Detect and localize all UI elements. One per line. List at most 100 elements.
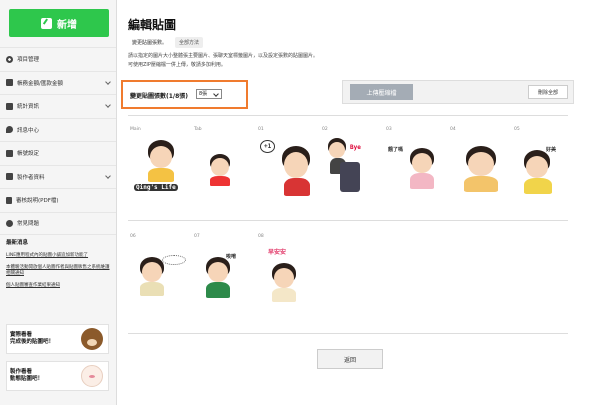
brown-bear-icon xyxy=(81,328,103,350)
sticker-count-label: 變更貼圖張數(1/8張) xyxy=(130,93,189,100)
promo-line: 動態貼圖吧！ xyxy=(10,376,44,382)
sidebar-item-review-pdf[interactable]: 審核說明(PDF檔) xyxy=(0,188,116,212)
cony-bunny-icon xyxy=(81,365,103,387)
sticker-slot-label: Main xyxy=(130,127,141,132)
sticker-image: 唉唷 xyxy=(196,243,254,305)
news-title: 最新消息 xyxy=(6,240,29,246)
gear-icon xyxy=(6,55,13,63)
promo-text: 製作看看 動態貼圖吧！ xyxy=(10,369,43,383)
sticker-slot-06[interactable]: 06 xyxy=(130,234,192,312)
description-line: 請以指定的圖片大小整體張主要圖片、張聊天室標籤圖片，以及設定張數的貼圖圖片。 xyxy=(128,53,319,59)
sticker-slot-03[interactable]: 03 餓了嗎 xyxy=(386,127,448,205)
sticker-image: Qing's Life xyxy=(132,136,190,198)
sidebar-item-messages[interactable]: 訊息中心 xyxy=(0,117,116,142)
sidebar-item-account[interactable]: 帳號設定 xyxy=(0,141,116,165)
sticker-image xyxy=(196,136,254,198)
sticker-slot-label: 06 xyxy=(130,234,136,239)
sticker-caption: 餓了嗎 xyxy=(388,147,404,153)
sticker-caption: Bye xyxy=(350,144,361,151)
sticker-image: +1 xyxy=(260,136,318,198)
promo-animated-stickers[interactable]: 製作看看 動態貼圖吧！ xyxy=(6,361,109,391)
question-icon xyxy=(6,219,13,227)
divider xyxy=(128,333,568,334)
pen-icon xyxy=(41,17,52,29)
description-line: 可使用ZIP壓縮檔一併上傳，敬請多加利用。 xyxy=(128,62,226,68)
sticker-slot-04[interactable]: 04 xyxy=(450,127,512,205)
tabs: 變更貼圖張數。 全部方法 xyxy=(128,37,204,48)
news-link[interactable]: 個人貼圖審查作業結果通知 xyxy=(6,283,112,290)
sticker-slot-label: 07 xyxy=(194,234,200,239)
news-link[interactable]: LINE應用程式內的貼圖小舖追加新功能了 xyxy=(6,253,112,260)
sticker-slot-01[interactable]: 01 +1 xyxy=(258,127,320,205)
new-button[interactable]: 新增 xyxy=(9,9,109,37)
sticker-slot-label: 08 xyxy=(258,234,264,239)
sticker-caption: +1 xyxy=(260,140,276,153)
sidebar-item-label: 項目管理 xyxy=(17,57,40,64)
sidebar-item-label: 訊息中心 xyxy=(17,127,40,134)
back-button[interactable]: 返回 xyxy=(317,349,383,369)
description: 請以指定的圖片大小整體張主要圖片、張聊天室標籤圖片，以及設定張數的貼圖圖片。 可… xyxy=(128,52,458,70)
sticker-caption: 早安安 xyxy=(268,249,287,256)
sticker-image: 好美 xyxy=(516,136,574,198)
chart-icon xyxy=(6,102,13,110)
chevron-down-icon xyxy=(105,102,111,108)
sidebar-item-creator[interactable]: 製作者資料 xyxy=(0,164,116,189)
sticker-count-select[interactable]: 8張 xyxy=(196,89,222,99)
sticker-slot-label: 05 xyxy=(514,127,520,132)
sidebar-item-label: 常見問題 xyxy=(17,221,40,228)
chevron-down-icon xyxy=(105,78,111,85)
sticker-image xyxy=(452,136,510,198)
sidebar-item-label: 帳號設定 xyxy=(17,151,40,158)
main-content: 編輯貼圖 變更貼圖張數。 全部方法 請以指定的圖片大小整體張主要圖片、張聊天室標… xyxy=(118,0,600,405)
sticker-slot-05[interactable]: 05 好美 xyxy=(514,127,576,205)
sidebar-item-label: 帳務金額/匯款金額 xyxy=(17,80,63,87)
new-button-label: 新增 xyxy=(57,19,77,31)
upload-zip-button[interactable]: 上傳壓縮檔 xyxy=(350,84,413,100)
coin-icon xyxy=(6,79,13,87)
promo-preview-stickers[interactable]: 實際看看 完成後的貼圖吧！ xyxy=(6,324,109,354)
divider xyxy=(128,115,568,116)
sticker-count-selector: 變更貼圖張數(1/8張) 8張 xyxy=(121,80,248,109)
promo-text: 實際看看 完成後的貼圖吧！ xyxy=(10,332,54,346)
doc-icon xyxy=(6,196,12,204)
sticker-slot-label: 01 xyxy=(258,127,264,132)
divider xyxy=(128,220,568,221)
sidebar-item-label: 審核說明(PDF檔) xyxy=(16,198,59,205)
sticker-slot-label: 02 xyxy=(322,127,328,132)
page-title: 編輯貼圖 xyxy=(128,18,177,32)
sticker-slot-label: Tab xyxy=(194,127,202,132)
chevron-down-icon xyxy=(105,172,111,179)
sticker-caption: 唉唷 xyxy=(226,254,237,260)
news-link[interactable]: 本體驗活動開放個人貼圖作者與貼圖販售之系統維護相關通知 xyxy=(6,265,112,278)
sticker-caption: 好美 xyxy=(546,147,557,153)
sticker-image: 早安安 xyxy=(260,243,318,305)
sidebar-menu: 項目管理 帳務金額/匯款金額 統計資訊 訊息中心 帳號設定 製作者資料 審核說明… xyxy=(0,47,116,235)
user-icon xyxy=(6,149,13,157)
person-icon xyxy=(6,173,13,181)
promo-line: 完成後的貼圖吧！ xyxy=(10,339,55,345)
sidebar-item-label: 統計資訊 xyxy=(17,104,40,111)
sticker-slot-label: 03 xyxy=(386,127,392,132)
sticker-caption: Qing's Life xyxy=(134,184,178,191)
sticker-slot-02[interactable]: 02 Bye xyxy=(322,127,384,205)
sidebar-item-faq[interactable]: 常見問題 xyxy=(0,211,116,235)
sticker-slot-main[interactable]: Main Qing's Life xyxy=(130,127,192,205)
sticker-slot-label: 04 xyxy=(450,127,456,132)
upload-panel: 上傳壓縮檔 刪除全部 xyxy=(342,80,574,104)
sidebar: 新增 項目管理 帳務金額/匯款金額 統計資訊 訊息中心 帳號設定 製作者資料 審… xyxy=(0,0,117,405)
sticker-slot-07[interactable]: 07 唉唷 xyxy=(194,234,256,312)
promo-line: 製作看看 xyxy=(10,369,33,375)
sidebar-item-billing[interactable]: 帳務金額/匯款金額 xyxy=(0,70,116,95)
delete-all-button[interactable]: 刪除全部 xyxy=(528,85,568,99)
sticker-slot-08[interactable]: 08 早安安 xyxy=(258,234,320,312)
sticker-slot-tab[interactable]: Tab xyxy=(194,127,256,205)
sticker-image: 餓了嗎 xyxy=(388,136,446,198)
mail-icon xyxy=(6,126,13,134)
tab-change-count[interactable]: 變更貼圖張數。 xyxy=(128,37,171,48)
sidebar-item-label: 製作者資料 xyxy=(17,174,45,181)
page: 新增 項目管理 帳務金額/匯款金額 統計資訊 訊息中心 帳號設定 製作者資料 審… xyxy=(0,0,600,405)
promo-line: 實際看看 xyxy=(10,332,33,338)
sidebar-item-projects[interactable]: 項目管理 xyxy=(0,47,116,71)
sidebar-item-stats[interactable]: 統計資訊 xyxy=(0,94,116,118)
tab-all-methods[interactable]: 全部方法 xyxy=(175,37,204,48)
